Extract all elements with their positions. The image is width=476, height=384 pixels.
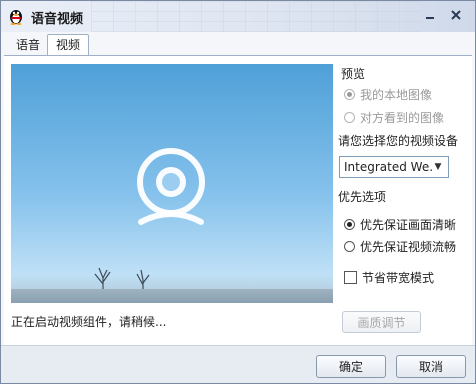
device-label: 请您选择您的视频设备 [338,134,459,148]
minimize-button[interactable] [419,5,441,25]
tab-bar: 语音 视频 [1,32,475,55]
video-preview [11,64,333,303]
status-message: 正在启动视频组件，请稍候... [11,315,167,329]
radio-selected-icon [344,219,355,230]
quality-adjust-button[interactable]: 画质调节 [342,311,421,333]
dialog-footer: 确定 取消 [1,345,475,383]
title-bar[interactable]: 语音视频 [1,1,475,32]
radio-unselected-icon [344,112,355,123]
video-device-select[interactable]: Integrated We... ▼ [339,156,449,178]
bandwidth-saving-checkbox[interactable]: 节省带宽模式 [344,269,434,286]
window-title: 语音视频 [31,12,84,27]
minimize-icon [426,17,434,19]
checkbox-icon [344,271,357,284]
radio-smoothness[interactable]: 优先保证视频流畅 [344,238,456,255]
bandwidth-saving-label: 节省带宽模式 [362,271,435,285]
video-settings-window: 语音视频 语音 视频 正在启动视频组件，请稍候... 预览 我的本地图像 对方看… [0,0,476,384]
radio-smoothness-label: 优先保证视频流畅 [360,240,457,254]
close-icon [451,10,461,20]
horizon-ground [11,289,333,303]
preview-heading: 预览 [341,67,366,81]
dropdown-arrow-icon[interactable]: ▼ [431,160,445,174]
ok-button[interactable]: 确定 [316,355,386,378]
video-device-value: Integrated We... [344,160,432,174]
radio-local-image[interactable]: 我的本地图像 [344,86,432,103]
close-button[interactable] [445,5,467,25]
tab-video[interactable]: 视频 [47,34,90,55]
radio-unselected-icon [344,241,355,252]
radio-remote-image-label: 对方看到的图像 [360,111,445,125]
radio-clarity-label: 优先保证画面清晰 [360,218,457,232]
radio-selected-icon [344,89,355,100]
tab-voice[interactable]: 语音 [7,34,49,55]
priority-heading: 优先选项 [338,190,387,204]
tree-silhouettes [94,267,150,296]
cancel-button[interactable]: 取消 [396,355,466,378]
radio-remote-image[interactable]: 对方看到的图像 [344,109,444,126]
radio-clarity[interactable]: 优先保证画面清晰 [344,216,456,233]
radio-local-image-label: 我的本地图像 [360,88,433,102]
qq-penguin-icon [10,10,22,25]
title-bar-decoration [91,1,421,32]
